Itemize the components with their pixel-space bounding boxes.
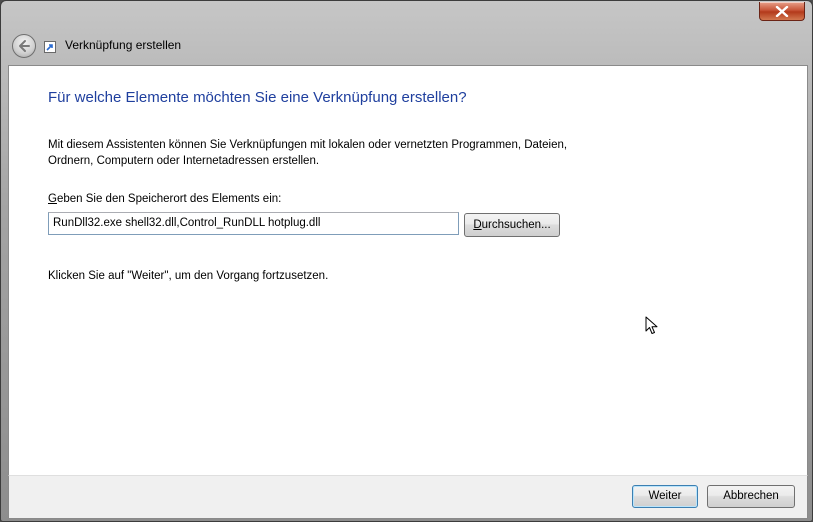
- button-bar: Weiter Abbrechen: [8, 475, 808, 519]
- browse-button-accesskey: D: [473, 219, 482, 231]
- browse-button-label: urchsuchen...: [481, 219, 551, 231]
- back-arrow-icon: [19, 40, 30, 52]
- title-bar: Verknüpfung erstellen: [1, 1, 812, 65]
- wizard-window: Verknüpfung erstellen Für welche Element…: [0, 0, 813, 522]
- close-button[interactable]: [759, 2, 805, 21]
- cancel-button[interactable]: Abbrechen: [707, 485, 795, 508]
- continue-hint: Klicken Sie auf "Weiter", um den Vorgang…: [48, 270, 329, 282]
- page-heading: Für welche Elemente möchten Sie eine Ver…: [48, 89, 467, 106]
- mouse-pointer-icon: [645, 316, 658, 334]
- window-title: Verknüpfung erstellen: [65, 38, 182, 52]
- browse-button[interactable]: Durchsuchen...: [464, 213, 560, 237]
- content-panel: Für welche Elemente möchten Sie eine Ver…: [8, 65, 808, 476]
- location-label-accesskey: G: [48, 193, 57, 205]
- location-label: Geben Sie den Speicherort des Elements e…: [48, 193, 281, 205]
- back-button[interactable]: [12, 34, 36, 58]
- location-label-text: eben Sie den Speicherort des Elements ei…: [56, 193, 282, 205]
- close-icon: [775, 6, 789, 17]
- location-input[interactable]: RunDll32.exe shell32.dll,Control_RunDLL …: [48, 212, 459, 235]
- next-button[interactable]: Weiter: [632, 485, 698, 508]
- description-text: Mit diesem Assistenten können Sie Verknü…: [48, 139, 568, 167]
- shortcut-icon: [44, 41, 56, 53]
